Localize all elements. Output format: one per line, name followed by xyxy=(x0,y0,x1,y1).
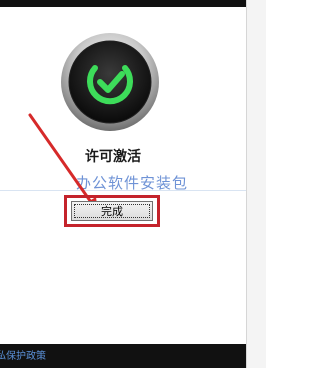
divider xyxy=(0,190,246,191)
check-circle-icon xyxy=(60,32,160,132)
top-bar xyxy=(0,0,246,7)
activation-dialog: 许可激活 办公软件安装包 完成 私保护政策 xyxy=(0,0,266,368)
done-button[interactable]: 完成 xyxy=(71,201,153,221)
right-margin xyxy=(246,0,266,368)
bottom-bar: 私保护政策 xyxy=(0,344,246,368)
privacy-policy-link[interactable]: 私保护政策 xyxy=(0,347,46,362)
license-status-label: 许可激活 xyxy=(85,149,141,165)
